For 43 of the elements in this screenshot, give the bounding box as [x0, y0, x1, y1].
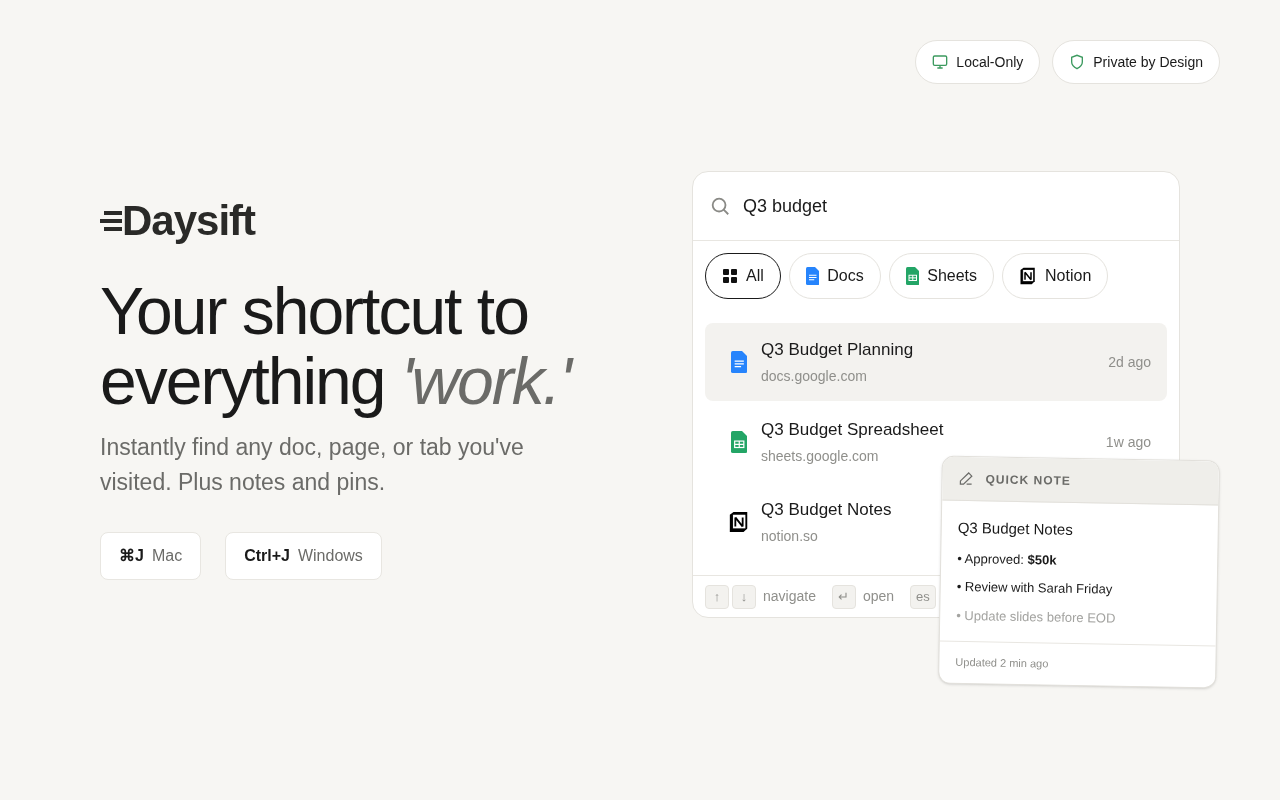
monitor-icon: [932, 54, 949, 70]
shortcut-badge: ⌘J Mac: [100, 532, 202, 580]
note-item: • Review with Sarah Friday: [956, 577, 1114, 599]
hint-label: navigate: [763, 587, 816, 606]
shortcut-badge: Ctrl+J Windows: [225, 532, 382, 580]
spreadsheet-icon: [905, 267, 920, 285]
note-title: Q3 Budget Notes: [957, 517, 1074, 540]
spreadsheet-icon: [730, 431, 748, 453]
hint-label: open: [862, 587, 895, 606]
search-field[interactable]: Q3 budget: [693, 172, 1179, 241]
key-chip: ↑: [705, 584, 729, 609]
notion-cube-icon: [1019, 267, 1038, 285]
logo: Daysift: [100, 200, 692, 242]
subtitle: Instantly find any doc, page, or tab you've visited. Plus notes and pins.: [100, 433, 525, 497]
filter-tab[interactable]: Docs: [788, 253, 881, 299]
result-time: 2d ago: [1108, 352, 1151, 372]
filter-tab[interactable]: All: [705, 253, 781, 299]
pencil-icon: [958, 470, 974, 487]
feature-badge: Private by Design: [1052, 40, 1220, 84]
document-icon: [730, 351, 748, 373]
filter-tab[interactable]: Notion: [1002, 253, 1109, 299]
filter-tab[interactable]: Sheets: [888, 253, 995, 299]
speed-lines-icon: [100, 208, 122, 234]
result-url: notion.so: [761, 527, 818, 547]
note-item: • Update slides before EOD: [956, 606, 1117, 628]
feature-badge: Local-Only: [915, 40, 1041, 84]
search-icon: [709, 195, 731, 217]
key-chip: es: [910, 584, 936, 609]
document-icon: [805, 267, 820, 285]
key-chip: ↓: [732, 584, 756, 609]
note-updated: Updated 2 min ago: [954, 654, 1050, 672]
key-chip: ↵: [831, 584, 856, 609]
result-url: docs.google.com: [761, 367, 867, 387]
headline: Your shortcut to everything 'work.': [100, 276, 660, 416]
result-item[interactable]: Q3 Budget Planning docs.google.com 2d ago: [705, 323, 1167, 401]
grid-icon: [722, 268, 738, 284]
result-time: 1w ago: [1105, 432, 1151, 452]
result-url: sheets.google.com: [761, 447, 879, 467]
shield-icon: [1069, 54, 1086, 70]
result-title: Q3 Budget Planning: [761, 338, 914, 361]
notion-cube-icon: [728, 511, 750, 533]
result-title: Q3 Budget Notes: [761, 498, 892, 521]
result-title: Q3 Budget Spreadsheet: [761, 418, 944, 441]
